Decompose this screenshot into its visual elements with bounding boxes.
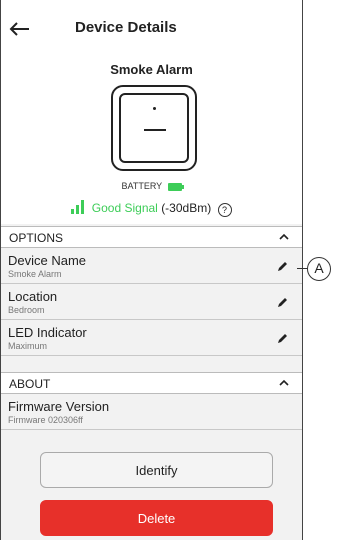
options-label: OPTIONS — [9, 231, 64, 245]
pencil-icon[interactable] — [277, 261, 288, 272]
delete-button[interactable]: Delete — [40, 500, 273, 536]
about-label: ABOUT — [9, 377, 51, 391]
page-title: Device Details — [75, 19, 177, 36]
chevron-up-icon — [279, 379, 289, 386]
device-summary: Device Details Smoke Alarm BATTERY Good … — [1, 0, 302, 224]
row-value: Firmware 020306ff — [8, 415, 83, 425]
device-name-row[interactable]: Device Name Smoke Alarm — [1, 248, 302, 284]
smoke-alarm-icon — [111, 85, 197, 171]
firmware-version-row: Firmware Version Firmware 020306ff — [1, 394, 302, 430]
signal-status: Good Signal (-30dBm) ? — [1, 200, 302, 217]
led-indicator-row[interactable]: LED Indicator Maximum — [1, 320, 302, 356]
row-title: Location — [8, 289, 58, 304]
row-value: Bedroom — [8, 305, 45, 315]
chevron-up-icon — [279, 233, 289, 240]
location-row[interactable]: Location Bedroom — [1, 284, 302, 320]
help-icon[interactable]: ? — [217, 203, 232, 217]
row-title: Device Name — [8, 253, 87, 268]
identify-button[interactable]: Identify — [40, 452, 273, 488]
pencil-icon[interactable] — [277, 297, 288, 308]
row-title: LED Indicator — [8, 325, 87, 340]
row-title: Firmware Version — [8, 399, 110, 414]
options-section-header[interactable]: OPTIONS — [1, 226, 302, 248]
battery-label: BATTERY — [121, 181, 162, 191]
back-arrow-icon[interactable] — [9, 22, 31, 36]
device-name-heading: Smoke Alarm — [110, 62, 193, 77]
phone-screen: Device Details Smoke Alarm BATTERY Good … — [0, 0, 303, 540]
battery-status: BATTERY — [1, 181, 302, 191]
row-value: Smoke Alarm — [8, 269, 62, 279]
signal-quality: Good Signal — [91, 201, 158, 215]
about-section-header[interactable]: ABOUT — [1, 372, 302, 394]
callout-marker: A — [307, 257, 331, 281]
signal-value: (-30dBm) — [161, 201, 212, 215]
row-value: Maximum — [8, 341, 48, 351]
battery-icon — [167, 182, 184, 191]
signal-icon — [71, 200, 85, 214]
pencil-icon[interactable] — [277, 333, 288, 344]
